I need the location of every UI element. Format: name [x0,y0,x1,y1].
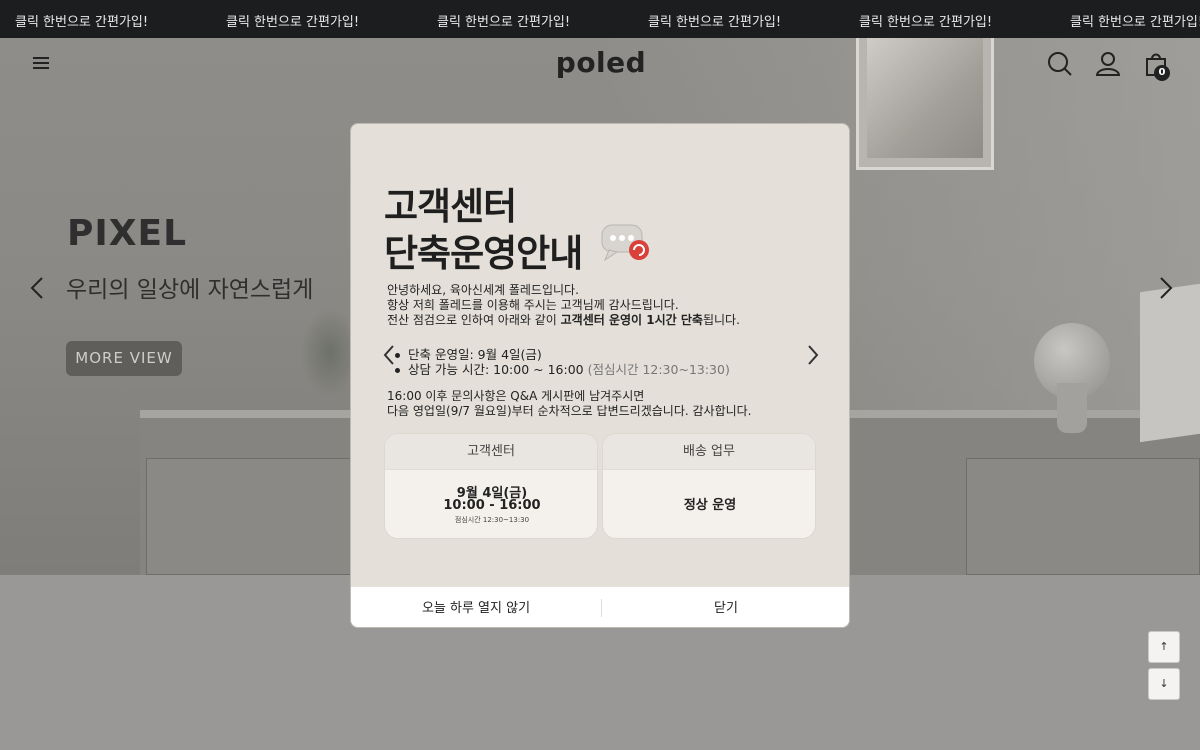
cart-count-badge: 0 [1154,65,1170,81]
user-icon[interactable] [1094,50,1122,78]
notice-popup: 고객센터 단축운영안내 안녕하세요, 육아신세계 폴레드입니다. 항상 저희 폴… [350,123,850,628]
wall-frame [856,38,994,170]
popup-intro-highlight: 고객센터 운영이 1시간 단축 [560,313,703,327]
scroll-top-button[interactable]: ↑ [1148,631,1180,663]
book-decor [1140,283,1200,443]
marquee-item[interactable]: 클릭 한번으로 간편가입! [1070,11,1200,30]
card-header: 고객센터 [385,434,597,470]
popup-after-1: 16:00 이후 문의사항은 Q&A 게시판에 남겨주시면 [387,389,645,403]
hero-prev-arrow-icon[interactable] [28,276,48,300]
popup-after-2: 다음 영업일(9/7 월요일)부터 순차적으로 답변드리겠습니다. 감사합니다. [387,404,752,418]
site-logo[interactable]: poled [553,46,649,79]
dismiss-today-button[interactable]: 오늘 하루 열지 않기 [351,587,601,627]
card-lunch: 점심시간 12:30~13:30 [454,516,530,524]
popup-title-line1: 고객센터 [384,185,517,228]
card-status: 정상 운영 [683,498,737,513]
scroll-bottom-button[interactable]: ↓ [1148,668,1180,700]
shipping-card: 배송 업무 정상 운영 [602,433,816,539]
marquee-item[interactable]: 클릭 한번으로 간편가입! [226,11,359,30]
popup-intro-1: 안녕하세요, 육아신세계 폴레드입니다. [387,283,579,297]
popup-intro-2: 항상 저희 폴레드를 이용해 주시는 고객님께 감사드립니다. [387,298,679,312]
hero-next-arrow-icon[interactable] [1155,276,1175,300]
popup-next-arrow-icon[interactable] [805,344,821,366]
card-header: 배송 업무 [603,434,815,470]
promo-marquee[interactable]: 클릭 한번으로 간편가입! 클릭 한번으로 간편가입! 클릭 한번으로 간편가입… [0,0,1200,38]
more-view-button[interactable]: MORE VIEW [66,341,182,376]
marquee-item[interactable]: 클릭 한번으로 간편가입! [15,11,148,30]
menu-icon[interactable] [33,55,51,69]
popup-intro-3: 전산 점검으로 인하여 아래와 같이 고객센터 운영이 1시간 단축됩니다. [387,313,740,327]
cabinet-panel [966,458,1200,575]
card-hours: 10:00 - 16:00 [443,498,541,513]
marquee-item[interactable]: 클릭 한번으로 간편가입! [648,11,781,30]
marquee-item[interactable]: 클릭 한번으로 간편가입! [437,11,570,30]
hero-title: PIXEL [67,213,188,254]
popup-title-line2: 단축운영안내 [384,232,583,275]
chat-support-icon [601,224,649,262]
hero-subtitle: 우리의 일상에 자연스럽게 [66,277,314,303]
customer-center-card: 고객센터 9월 4일(금) 10:00 - 16:00 점심시간 12:30~1… [384,433,598,539]
popup-bullet-hours: 상담 가능 시간: 10:00 ~ 16:00 (점심시간 12:30~13:3… [395,359,730,378]
search-icon[interactable] [1046,50,1074,78]
close-button[interactable]: 닫기 [601,587,849,627]
marquee-item[interactable]: 클릭 한번으로 간편가입! [859,11,992,30]
popup-footer: 오늘 하루 열지 않기 닫기 [351,586,849,627]
